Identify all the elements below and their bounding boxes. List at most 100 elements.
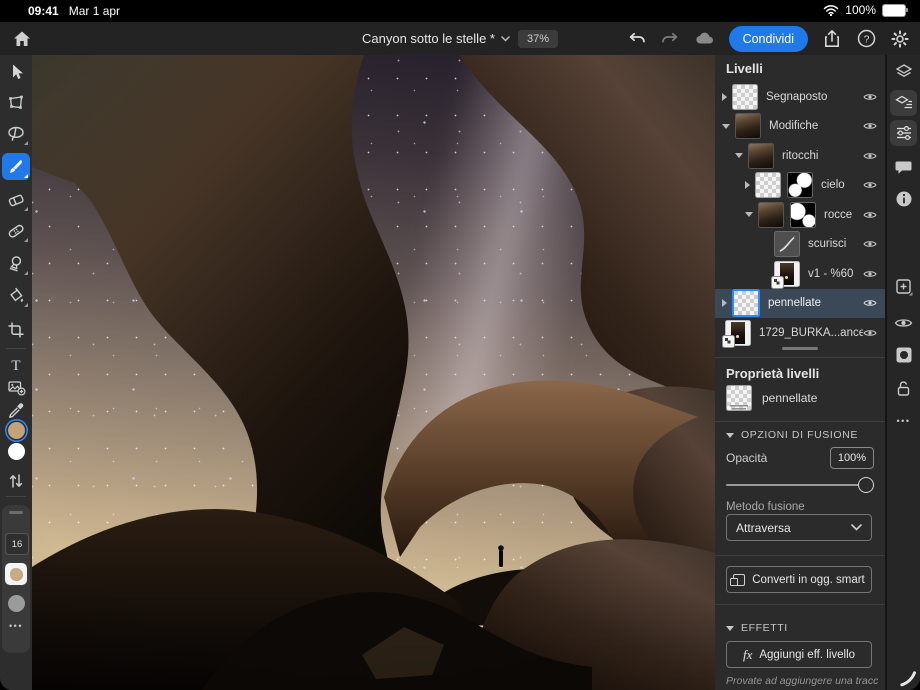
tool-move[interactable] <box>0 58 32 86</box>
layer-thumbnail <box>732 84 758 110</box>
toolbar-divider <box>6 496 26 497</box>
brush-size-field[interactable]: 16 <box>5 533 29 555</box>
visibility-eye-icon[interactable] <box>863 298 877 309</box>
layer-row-pennellate-selected[interactable]: pennellate <box>715 289 885 319</box>
tool-healing[interactable] <box>0 217 32 245</box>
toolbar-more-button[interactable]: ••• <box>2 621 30 631</box>
rail-adjustments-button[interactable] <box>887 119 920 147</box>
layer-label: v1 - %60 <box>808 268 853 280</box>
share-button[interactable]: Condividi <box>729 26 808 52</box>
tool-eraser[interactable] <box>0 186 32 214</box>
visibility-eye-icon[interactable] <box>863 180 877 191</box>
selected-layer-thumbnail <box>732 289 760 317</box>
smart-object-thumbnail <box>774 261 800 287</box>
blend-mode-value: Attraversa <box>736 521 791 535</box>
blend-options-header[interactable]: OPZIONI DI FUSIONE <box>726 429 858 441</box>
tool-clone-stamp[interactable] <box>0 250 32 278</box>
battery-percent: 100% <box>845 3 876 17</box>
rail-visibility-button[interactable] <box>887 309 920 337</box>
visibility-eye-icon[interactable] <box>863 239 877 250</box>
adjustment-curves-thumbnail <box>774 231 800 257</box>
brush-tip-preview[interactable] <box>5 563 27 585</box>
expand-down-icon[interactable] <box>745 212 753 217</box>
subtool-indicator <box>24 174 28 178</box>
layer-label: 1729_BURKA...anced-NR33 <box>759 327 863 339</box>
layer-row-v1[interactable]: v1 - %60 <box>715 259 885 289</box>
settings-gear-icon[interactable] <box>890 29 910 49</box>
opacity-row: Opacità 100% <box>726 447 874 469</box>
tool-brush[interactable] <box>0 153 32 181</box>
home-button[interactable] <box>12 29 32 49</box>
expand-right-icon[interactable] <box>722 299 727 307</box>
app-header: Canyon sotto le stelle * 37% Condividi ? <box>0 22 920 56</box>
expand-right-icon[interactable] <box>745 181 750 189</box>
layer-thumbnail <box>735 113 761 139</box>
rail-lock-button[interactable] <box>887 374 920 402</box>
layer-row-rocce[interactable]: rocce <box>715 200 885 230</box>
subtool-indicator <box>24 141 28 145</box>
visibility-eye-icon[interactable] <box>863 91 877 102</box>
layer-row-segnaposto[interactable]: Segnaposto <box>715 82 885 112</box>
visibility-eye-icon[interactable] <box>863 121 877 132</box>
tool-transform[interactable] <box>0 89 32 117</box>
slider-knob[interactable] <box>858 477 874 493</box>
undo-icon[interactable] <box>627 29 647 49</box>
rail-mask-button[interactable] <box>887 341 920 369</box>
status-left: 09:41Mar 1 apr <box>28 4 120 18</box>
rail-layers-button[interactable] <box>887 58 920 86</box>
layer-row-modifiche[interactable]: Modifiche <box>715 112 885 142</box>
tool-lasso[interactable] <box>0 120 32 148</box>
layer-row-cielo[interactable]: cielo <box>715 171 885 201</box>
rail-more-button[interactable]: ••• <box>887 407 920 435</box>
tool-bar: T 16 ••• <box>0 55 32 690</box>
background-color-swatch[interactable] <box>0 441 32 461</box>
foreground-color-swatch[interactable] <box>0 420 32 440</box>
blend-mode-dropdown[interactable]: Attraversa <box>726 514 872 541</box>
zoom-level-badge[interactable]: 37% <box>518 30 558 48</box>
redo-icon[interactable] <box>661 29 681 49</box>
status-right: 100% <box>823 3 906 17</box>
panel-drag-handle[interactable] <box>9 511 23 514</box>
convert-smart-object-button[interactable]: Converti in ogg. smart <box>726 566 872 593</box>
visibility-eye-icon[interactable] <box>863 327 877 338</box>
layer-row-background-photo[interactable]: 1729_BURKA...anced-NR33 <box>715 318 885 348</box>
rail-add-layer-button[interactable] <box>887 273 920 301</box>
visibility-eye-icon[interactable] <box>863 209 877 220</box>
subtool-indicator <box>24 271 28 275</box>
add-layer-effect-button[interactable]: fx Aggiungi eff. livello <box>726 641 872 668</box>
effects-hint-text: Provate ad aggiungere una traccia o <box>726 675 878 687</box>
battery-icon <box>882 4 906 17</box>
expand-right-icon[interactable] <box>722 93 727 101</box>
visibility-eye-icon[interactable] <box>863 268 877 279</box>
document-title[interactable]: Canyon sotto le stelle * <box>362 31 510 46</box>
document-canvas[interactable] <box>32 55 715 690</box>
vignette-overlay <box>32 55 715 690</box>
section-divider <box>715 604 885 605</box>
brush-hardness-preview[interactable] <box>8 595 25 612</box>
rail-info-button[interactable] <box>887 185 920 213</box>
effects-header[interactable]: EFFETTI <box>726 622 788 634</box>
help-icon[interactable]: ? <box>856 29 876 49</box>
expand-down-icon[interactable] <box>735 153 743 158</box>
opacity-value-field[interactable]: 100% <box>830 447 874 469</box>
layer-row-scurisci[interactable]: scurisci <box>715 230 885 260</box>
chevron-down-icon <box>726 433 734 438</box>
section-divider <box>715 357 885 358</box>
brush-tip-shape <box>10 568 23 581</box>
opacity-slider[interactable] <box>726 477 874 493</box>
expand-down-icon[interactable] <box>722 124 730 129</box>
swap-colors-button[interactable] <box>0 467 32 495</box>
rail-compact-layers-button[interactable] <box>887 89 920 117</box>
export-icon[interactable] <box>822 29 842 49</box>
slider-track[interactable] <box>726 484 874 486</box>
cloud-sync-icon[interactable] <box>695 29 715 49</box>
tool-crop[interactable] <box>0 316 32 344</box>
layer-row-ritocchi[interactable]: ritocchi <box>715 141 885 171</box>
wifi-icon <box>823 4 839 16</box>
tool-fill[interactable] <box>0 282 32 310</box>
subtool-indicator <box>24 303 28 307</box>
rail-comments-button[interactable] <box>887 153 920 181</box>
panel-resize-handle[interactable] <box>782 347 818 350</box>
brush-options-panel: 16 ••• <box>2 505 30 653</box>
visibility-eye-icon[interactable] <box>863 150 877 161</box>
